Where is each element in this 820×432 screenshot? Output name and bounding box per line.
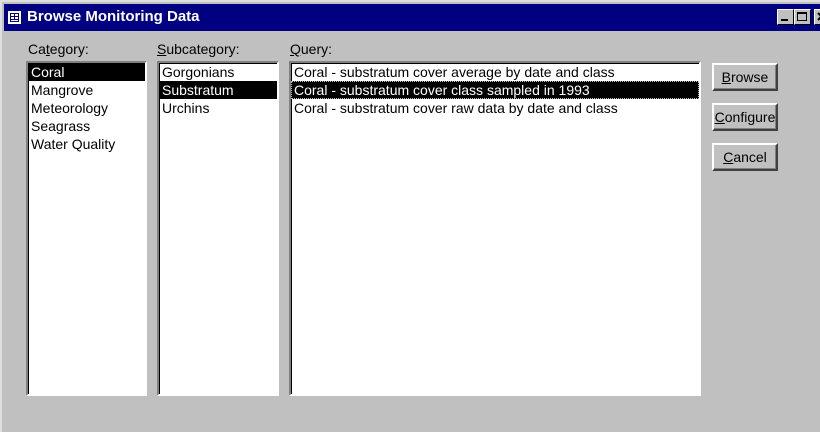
query-list-item[interactable]: Coral - substratum cover class sampled i… [291, 81, 699, 99]
subcategory-label-key: S [157, 41, 167, 57]
minimize-icon [781, 19, 788, 21]
category-list-item[interactable]: Meteorology [28, 99, 145, 117]
browse-button-key: B [721, 69, 731, 85]
window-title: Browse Monitoring Data [27, 8, 200, 25]
browse-button-rest: rowse [730, 69, 769, 85]
query-list-item[interactable]: Coral - substratum cover average by date… [291, 63, 699, 81]
close-button[interactable] [814, 9, 820, 25]
query-list-item[interactable]: Coral - substratum cover raw data by dat… [291, 99, 699, 117]
maximize-button[interactable] [794, 9, 811, 25]
browse-monitoring-data-window: Browse Monitoring Data Category: Subcate… [0, 0, 820, 432]
minimize-button[interactable] [777, 9, 794, 25]
subcategory-label: Subcategory: [157, 41, 240, 57]
cancel-button[interactable]: Cancel [712, 143, 778, 171]
browse-button[interactable]: Browse [712, 63, 778, 91]
query-label: Query: [290, 41, 332, 57]
query-label-key: Q [290, 41, 301, 57]
category-list-item[interactable]: Water Quality [28, 135, 145, 153]
configure-button-rest: onfigure [724, 109, 776, 125]
title-bar[interactable]: Browse Monitoring Data [4, 4, 820, 31]
category-listbox[interactable]: Coral Mangrove Meteorology Seagrass Water Qu… [26, 61, 147, 396]
category-label-pre: Ca [28, 41, 46, 57]
cancel-button-key: C [723, 149, 734, 165]
close-icon [817, 12, 820, 21]
subcategory-label-post: ubcategory: [166, 41, 240, 57]
subcategory-list-item[interactable]: Substratum [159, 81, 277, 99]
subcategory-list-item[interactable]: Gorgonians [159, 63, 277, 81]
configure-button-key: C [714, 109, 725, 125]
category-list-item[interactable]: Seagrass [28, 117, 145, 135]
form-icon[interactable] [8, 11, 21, 24]
category-label-post: egory: [49, 41, 89, 57]
configure-button[interactable]: Configure [712, 103, 778, 131]
category-list-item[interactable]: Coral [28, 63, 145, 81]
maximize-icon [797, 12, 807, 21]
query-listbox[interactable]: Coral - substratum cover average by date… [289, 61, 701, 396]
cancel-button-rest: ancel [733, 149, 767, 165]
subcategory-listbox[interactable]: Gorgonians Substratum Urchins [157, 61, 279, 396]
category-label: Category: [28, 41, 89, 57]
query-label-post: uery: [300, 41, 333, 57]
subcategory-list-item[interactable]: Urchins [159, 99, 277, 117]
category-list-item[interactable]: Mangrove [28, 81, 145, 99]
